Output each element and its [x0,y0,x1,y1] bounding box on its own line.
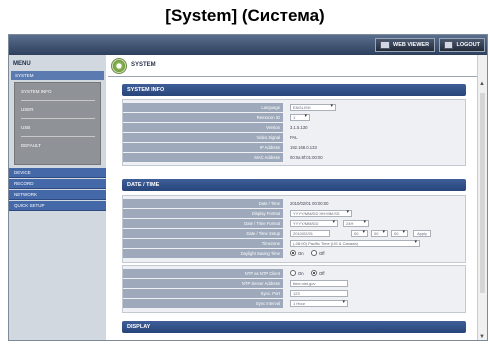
gear-icon [111,58,127,74]
sidebar-subitem-system-info[interactable]: SYSTEM INFO [21,89,52,94]
divider [21,100,95,101]
sync-port-label: Sync. Port [123,289,283,298]
divider [108,76,477,77]
monitor-icon [380,41,390,49]
date-time-panel: Date / Time 2010/02/01 00:00:00 Display … [122,195,466,263]
remocon-id-select[interactable]: 1 [290,114,310,121]
system-submenu: SYSTEM INFO USER USB DEFAULT [14,82,101,165]
divider [21,136,95,137]
chevron-up-icon[interactable]: ▲ [479,81,485,87]
language-select[interactable]: ENGLISH [290,104,336,111]
web-viewer-button[interactable]: WEB VIEWER [375,38,435,52]
setup-hour-select[interactable]: 00 [351,230,368,237]
logout-label: LOGOUT [456,42,480,48]
chevron-down-icon[interactable]: ▼ [479,334,485,340]
ntp-off-radio[interactable] [311,270,317,276]
system-info-header: SYSTEM INFO [122,84,466,96]
ip-address-label: IP Address [123,143,283,152]
timezone-label: Timezone [123,239,283,248]
video-signal-value: PAL [290,135,298,140]
date-time-label: Date / Time [123,199,283,208]
sidebar-item-network[interactable]: NETWORK [9,190,106,200]
browser-frame: WEB VIEWER LOGOUT MENU SYSTEM SYSTEM INF… [8,34,488,341]
display-format-label: Display Format [123,209,283,218]
sidebar-subitem-usb[interactable]: USB [21,125,30,130]
ntp-client-label: NTP as NTP Client [123,269,283,278]
dst-on-label: On [298,251,304,256]
remocon-id-label: Remocon ID [123,113,283,122]
system-info-panel: Language ENGLISH Remocon ID 1 Version 3.… [122,99,466,166]
divider [21,118,95,119]
date-time-setup-label: Date / Time Setup [123,229,283,238]
date-time-format-label: Date / Time Format [123,219,283,228]
ntp-on-label: On [298,271,304,276]
top-bar: WEB VIEWER LOGOUT [9,35,487,55]
logout-button[interactable]: LOGOUT [439,38,485,52]
sync-port-input[interactable]: 123 [290,290,348,297]
date-format-select[interactable]: YYYY/MM/DD [290,220,338,227]
version-value: 3.1.5.130 [290,125,308,130]
video-signal-label: Video Signal [123,133,283,142]
language-label: Language [123,103,283,112]
ip-address-value: 192.168.0.133 [290,145,317,150]
time-format-select[interactable]: 24H [343,220,369,227]
web-viewer-label: WEB VIEWER [393,42,430,48]
logout-icon [444,41,454,49]
scrollbar[interactable]: ▲ ▼ [477,55,487,340]
setup-date-input[interactable]: 2010/02/01 [290,230,330,237]
mac-address-value: 00:0a:8f:01:00:00 [290,155,323,160]
sidebar-subitem-default[interactable]: DEFAULT [21,143,41,148]
ntp-server-label: NTP Server Address [123,279,283,288]
sidebar-item-device[interactable]: DEVICE [9,168,106,178]
dst-on-radio[interactable] [290,250,296,256]
display-format-select[interactable]: YYYY/MM/DD HH:MM:SS [290,210,352,217]
ntp-off-label: Off [319,271,325,276]
display-header: DISPLAY [122,321,466,333]
page-caption: [System] (Система) [165,6,325,25]
apply-button[interactable]: Apply [413,230,431,237]
sync-interval-label: Sync Interval [123,299,283,308]
dst-label: Daylight Saving Time [123,249,283,258]
sidebar: MENU SYSTEM SYSTEM INFO USER USB DEFAULT… [9,55,106,340]
dst-off-radio[interactable] [311,250,317,256]
sync-interval-select[interactable]: 1 Hour [290,300,348,307]
timezone-select[interactable]: (-08:00) Pacific Time (US & Canada) [290,240,420,247]
ntp-on-radio[interactable] [290,270,296,276]
ntp-panel: NTP as NTP Client On Off NTP Server Addr… [122,265,466,313]
sidebar-subitem-user[interactable]: USER [21,107,34,112]
page-title: SYSTEM [131,62,156,68]
page-header: SYSTEM [108,55,477,77]
ntp-server-input[interactable]: time.nist.gov [290,280,348,287]
mac-address-label: MAC Address [123,153,283,162]
menu-title: MENU [13,61,31,67]
version-label: Version [123,123,283,132]
setup-second-select[interactable]: 00 [391,230,408,237]
setup-minute-select[interactable]: 00 [371,230,388,237]
sidebar-item-system[interactable]: SYSTEM [11,71,104,80]
scrollbar-thumb[interactable] [480,93,485,293]
sidebar-item-quick-setup[interactable]: QUICK SETUP [9,201,106,211]
main-content: SYSTEM SYSTEM INFO Language ENGLISH Remo… [108,55,477,340]
date-time-value: 2010/02/01 00:00:00 [290,201,329,206]
date-time-header: DATE / TIME [122,179,466,191]
dst-off-label: Off [319,251,325,256]
sidebar-item-record[interactable]: RECORD [9,179,106,189]
